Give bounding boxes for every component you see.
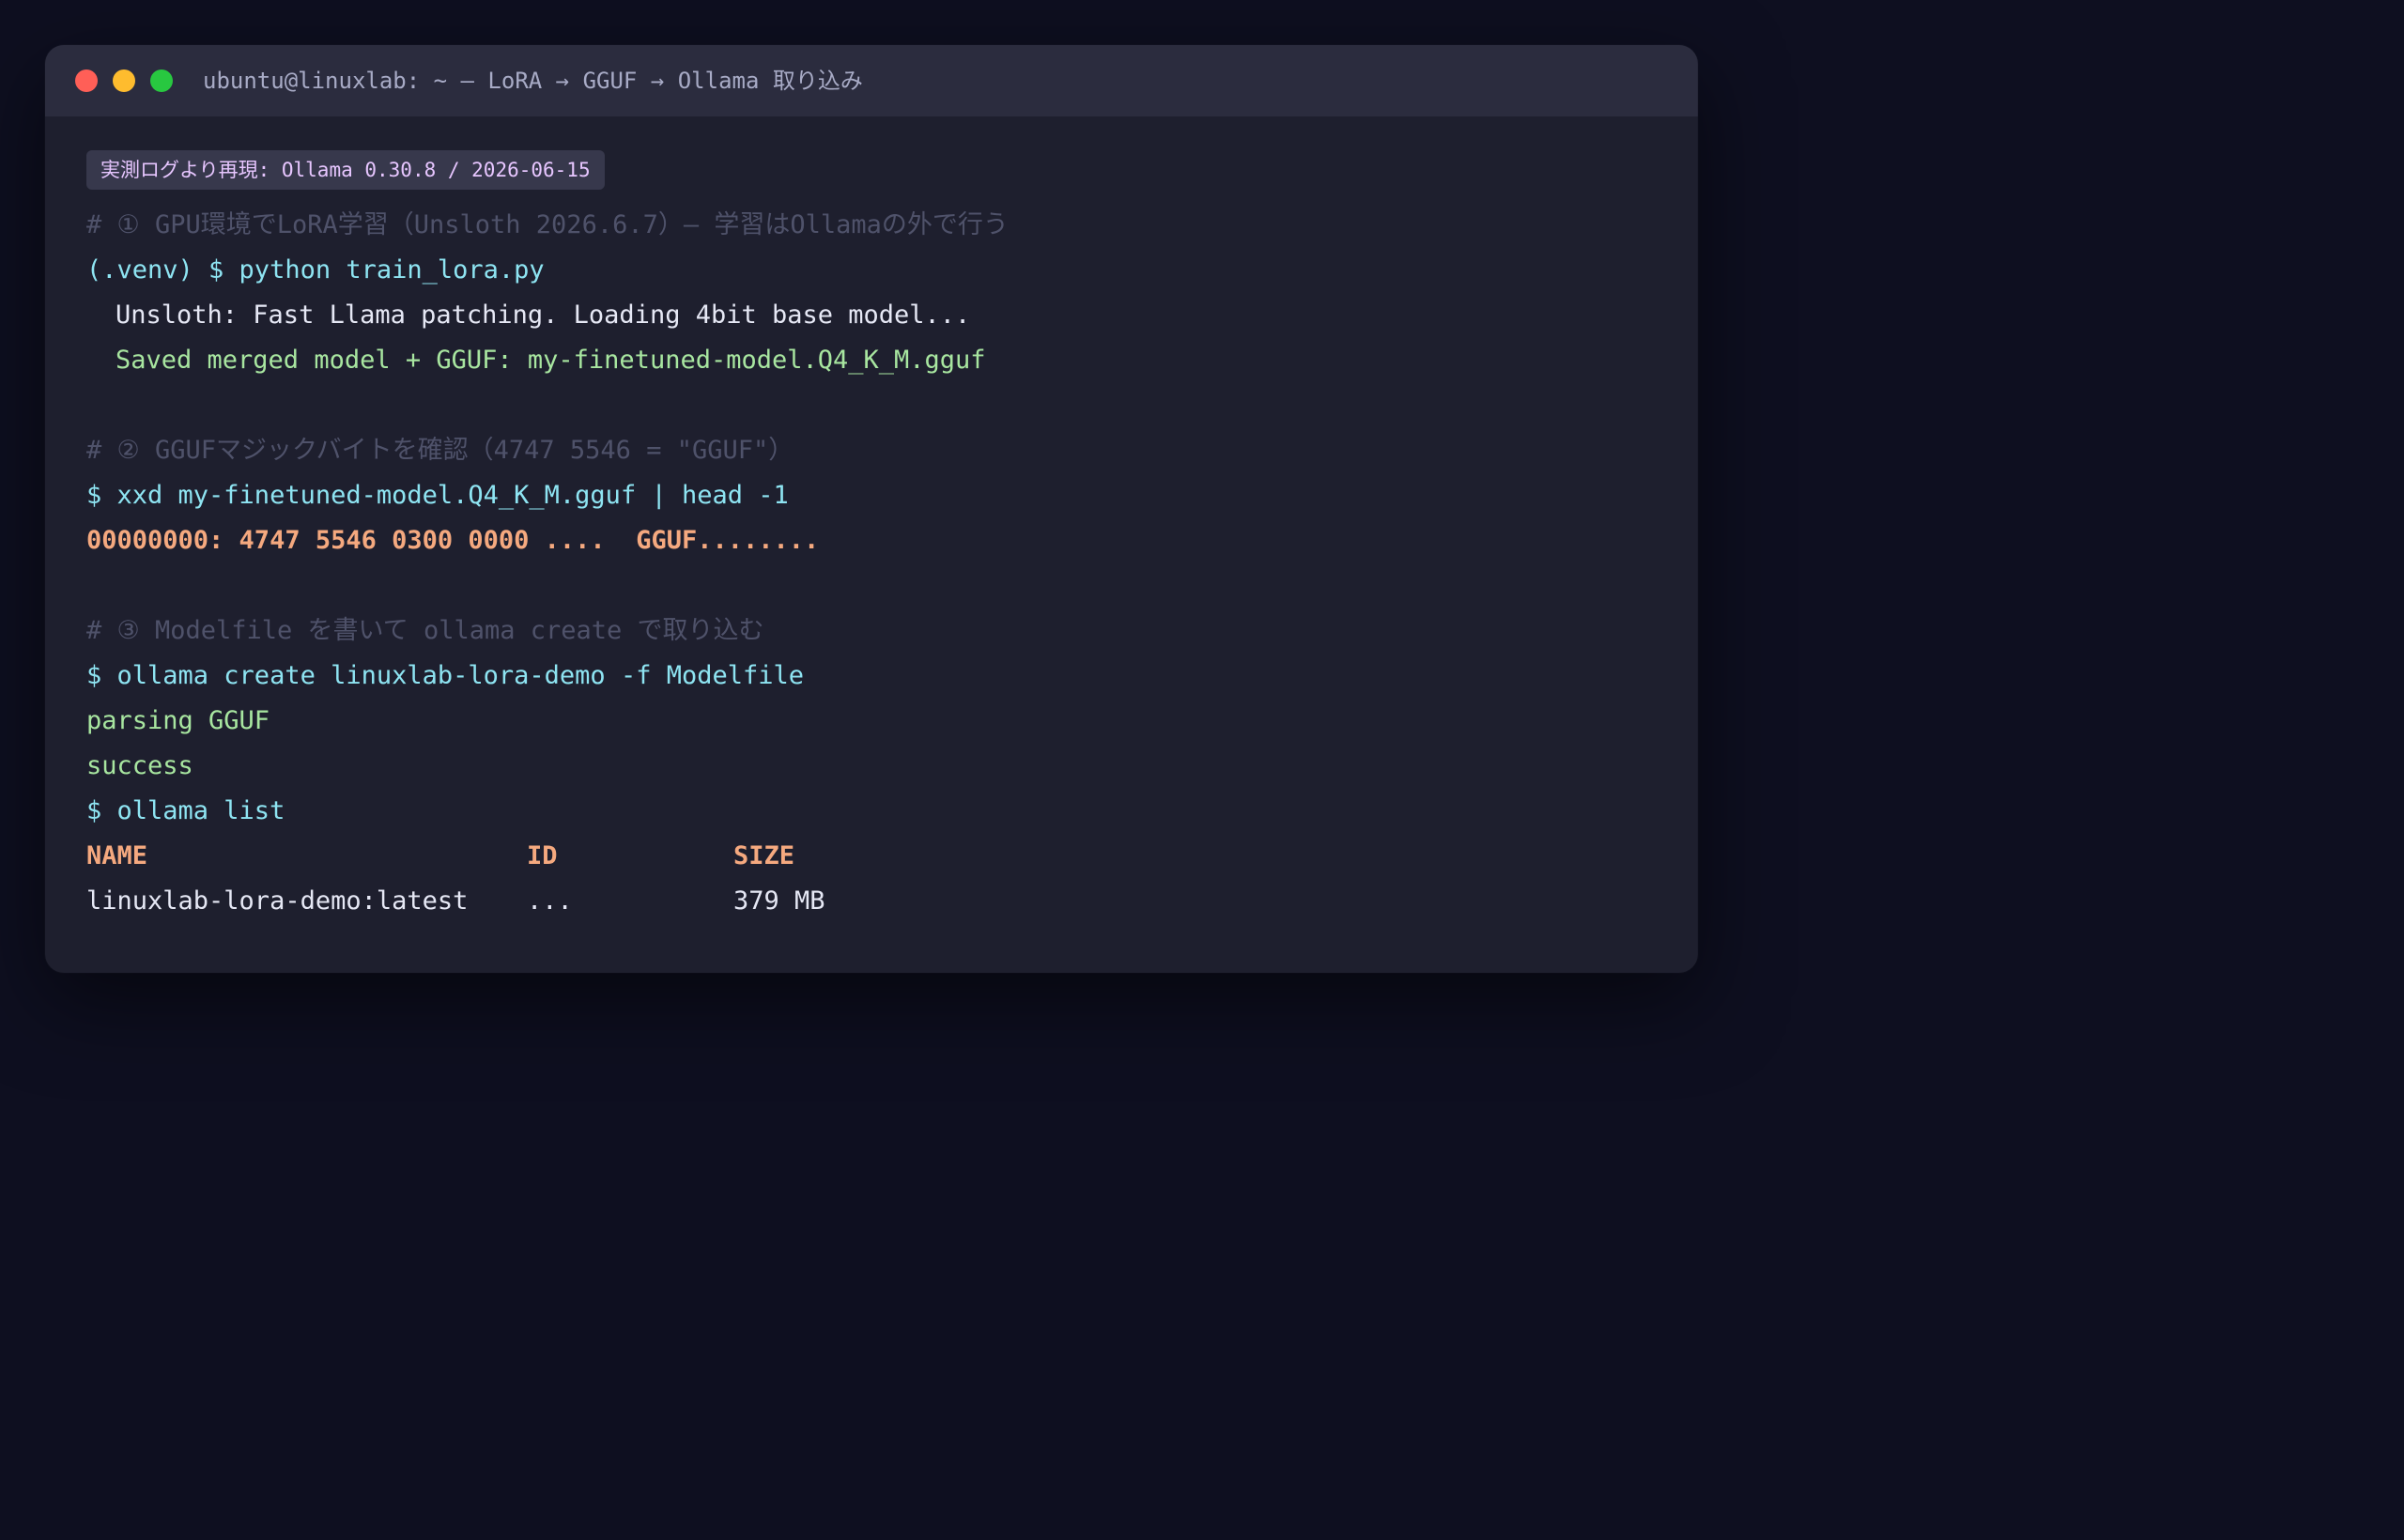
output-saved-gguf: Saved merged model + GGUF: my-finetuned-… (116, 346, 986, 375)
window-title: ubuntu@linuxlab: ~ — LoRA → GGUF → Ollam… (203, 68, 863, 94)
close-window-button[interactable] (75, 69, 98, 92)
terminal-output: # ① GPU環境でLoRA学習（Unsloth 2026.6.7）— 学習はO… (86, 203, 1660, 924)
terminal-window: ubuntu@linuxlab: ~ — LoRA → GGUF → Ollam… (45, 45, 1698, 973)
table-row: linuxlab-lora-demo:latest ... 379 MB (86, 879, 1660, 924)
output-unsloth-loading: Unsloth: Fast Llama patching. Loading 4b… (116, 300, 971, 330)
command-train-lora: (.venv) $ python train_lora.py (86, 255, 545, 285)
model-id-cell: ... (527, 886, 573, 916)
command-ollama-list: $ ollama list (86, 796, 285, 825)
minimize-window-button[interactable] (113, 69, 135, 92)
terminal-content[interactable]: 実測ログより再現: Ollama 0.30.8 / 2026-06-15 # ①… (86, 150, 1660, 924)
model-table-header: NAME ID SIZE (86, 834, 1660, 879)
comment-step-3: # ③ Modelfile を書いて ollama create で取り込む (86, 616, 764, 645)
output-hex-dump: 00000000: 4747 5546 0300 0000 .... GGUF.… (86, 526, 820, 555)
comment-step-1: # ① GPU環境でLoRA学習（Unsloth 2026.6.7）— 学習はO… (86, 210, 1009, 239)
output-success: success (86, 751, 193, 780)
source-badge: 実測ログより再現: Ollama 0.30.8 / 2026-06-15 (86, 150, 605, 190)
output-parsing-gguf: parsing GGUF (86, 706, 270, 735)
comment-step-2: # ② GGUFマジックバイトを確認（4747 5546 = "GGUF"） (86, 436, 794, 465)
command-xxd: $ xxd my-finetuned-model.Q4_K_M.gguf | h… (86, 481, 789, 510)
column-header-name: NAME (86, 841, 148, 870)
title-bar: ubuntu@linuxlab: ~ — LoRA → GGUF → Ollam… (45, 45, 1698, 116)
model-name-cell: linuxlab-lora-demo:latest (86, 886, 469, 916)
model-size-cell: 379 MB (733, 886, 825, 916)
column-header-size: SIZE (733, 841, 795, 870)
command-ollama-create: $ ollama create linuxlab-lora-demo -f Mo… (86, 661, 805, 690)
column-header-id: ID (527, 841, 558, 870)
maximize-window-button[interactable] (150, 69, 173, 92)
